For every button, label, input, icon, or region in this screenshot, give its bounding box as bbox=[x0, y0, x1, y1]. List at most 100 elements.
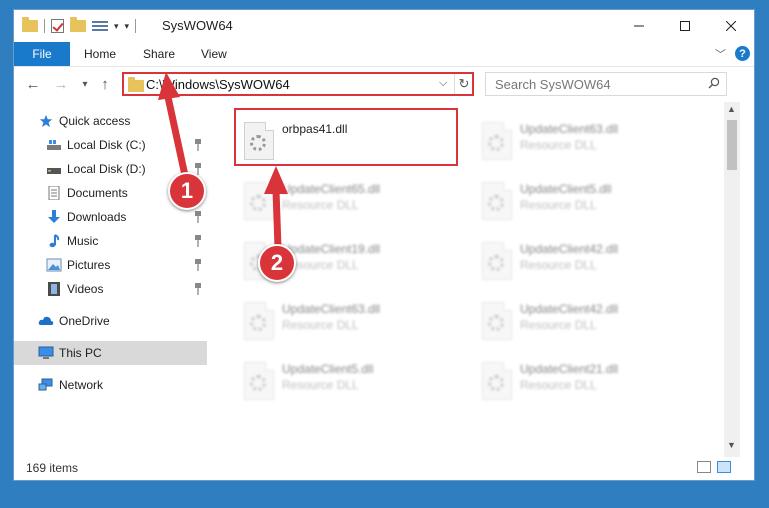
folder-icon[interactable] bbox=[22, 17, 38, 32]
file-type: Resource DLL bbox=[520, 138, 597, 152]
dll-file-icon bbox=[482, 122, 512, 160]
scroll-down-icon[interactable]: ▼ bbox=[727, 440, 736, 450]
download-icon bbox=[48, 210, 60, 223]
music-icon bbox=[49, 234, 60, 248]
forward-button[interactable]: → bbox=[52, 75, 70, 93]
file-type: Resource DLL bbox=[520, 318, 597, 332]
file-name: UpdateClient63.dll bbox=[282, 302, 381, 316]
file-type: Resource DLL bbox=[282, 198, 359, 212]
sidebar-item-label: Pictures bbox=[67, 258, 111, 272]
file-item[interactable]: UpdateClient42.dll Resource DLL bbox=[472, 294, 702, 346]
dll-file-icon bbox=[482, 242, 512, 280]
up-button[interactable]: ↑ bbox=[96, 75, 114, 93]
chevron-down-icon[interactable]: ﹀ bbox=[715, 46, 726, 62]
recent-locations-button[interactable]: ▾ bbox=[76, 75, 94, 93]
gear-icon bbox=[488, 315, 504, 331]
pin-icon[interactable] bbox=[194, 139, 202, 151]
pin-icon[interactable] bbox=[194, 235, 202, 247]
toolbar-divider bbox=[44, 19, 45, 33]
close-button[interactable] bbox=[708, 10, 754, 42]
back-button[interactable]: ← bbox=[24, 75, 42, 93]
drive-icon bbox=[47, 140, 61, 150]
sidebar-item-label: Videos bbox=[67, 282, 104, 296]
qat-dropdown-icon[interactable]: ▾ bbox=[125, 21, 130, 32]
customize-icon[interactable] bbox=[92, 20, 108, 33]
dll-file-icon bbox=[244, 182, 274, 220]
gear-icon bbox=[488, 255, 504, 271]
address-row: ← → ▾ ↑ C:\Windows\SysWOW64 ⌵ ↻ Search S… bbox=[14, 67, 754, 101]
search-placeholder: Search SysWOW64 bbox=[495, 77, 611, 92]
sidebar-item-label: Quick access bbox=[59, 114, 131, 128]
tab-view[interactable]: View bbox=[201, 42, 227, 66]
file-item[interactable]: UpdateClient5.dll Resource DLL bbox=[472, 174, 702, 226]
sidebar-item-onedrive[interactable]: OneDrive bbox=[14, 309, 209, 333]
scrollbar-thumb[interactable] bbox=[727, 120, 737, 170]
folder-icon bbox=[128, 77, 144, 92]
help-icon[interactable]: ? bbox=[735, 46, 750, 61]
pin-icon[interactable] bbox=[194, 259, 202, 271]
file-type: Resource DLL bbox=[282, 378, 359, 392]
large-icons-view-icon[interactable] bbox=[717, 461, 731, 473]
sidebar-item-label: Local Disk (D:) bbox=[67, 162, 146, 176]
callout-badge-1: 1 bbox=[168, 172, 206, 210]
sidebar-item-music[interactable]: Music bbox=[14, 229, 209, 253]
tab-home[interactable]: Home bbox=[84, 42, 116, 66]
address-bar[interactable]: C:\Windows\SysWOW64 ⌵ ↻ bbox=[122, 72, 474, 96]
file-name: UpdateClient5.dll bbox=[282, 362, 374, 376]
file-item[interactable]: UpdateClient21.dll Resource DLL bbox=[472, 354, 702, 406]
cloud-icon bbox=[38, 316, 54, 325]
file-name: UpdateClient21.dll bbox=[520, 362, 619, 376]
minimize-button[interactable] bbox=[616, 10, 662, 42]
minimize-icon bbox=[634, 25, 644, 27]
gear-icon bbox=[488, 135, 504, 151]
refresh-icon[interactable]: ↻ bbox=[454, 74, 473, 94]
file-type: Resource DLL bbox=[520, 258, 597, 272]
chevron-down-icon[interactable]: ⌵ bbox=[439, 77, 447, 90]
sidebar-item-pictures[interactable]: Pictures bbox=[14, 253, 209, 277]
tab-share[interactable]: Share bbox=[143, 42, 175, 66]
file-name: UpdateClient5.dll bbox=[520, 182, 612, 196]
vertical-scrollbar[interactable]: ▲ ▼ bbox=[724, 102, 740, 457]
toolbar-divider bbox=[135, 19, 137, 33]
properties-check-icon[interactable] bbox=[51, 19, 64, 33]
item-count: 169 items bbox=[26, 461, 79, 475]
pin-icon[interactable] bbox=[194, 283, 202, 295]
file-item[interactable]: UpdateClient63.dll Resource DLL bbox=[472, 114, 702, 166]
sidebar-item-network[interactable]: Network bbox=[14, 373, 209, 397]
maximize-button[interactable] bbox=[662, 10, 708, 42]
new-folder-icon[interactable] bbox=[70, 17, 86, 32]
network-icon bbox=[38, 378, 53, 391]
gear-icon bbox=[250, 375, 266, 391]
file-item[interactable]: UpdateClient63.dll Resource DLL bbox=[234, 294, 464, 346]
search-input[interactable]: Search SysWOW64 bbox=[485, 72, 727, 96]
maximize-icon bbox=[680, 21, 690, 31]
sidebar-item-videos[interactable]: Videos bbox=[14, 277, 209, 301]
file-item[interactable]: UpdateClient65.dll Resource DLL bbox=[234, 174, 464, 226]
scroll-up-icon[interactable]: ▲ bbox=[727, 104, 736, 114]
callout-badge-2: 2 bbox=[258, 244, 296, 282]
file-item[interactable]: UpdateClient5.dll Resource DLL bbox=[234, 354, 464, 406]
status-bar: 169 items bbox=[14, 457, 754, 480]
videos-icon bbox=[48, 282, 60, 296]
sidebar-item-this-pc[interactable]: This PC bbox=[14, 341, 207, 365]
chevron-down-icon[interactable]: ▾ bbox=[114, 21, 119, 32]
computer-icon bbox=[38, 346, 54, 359]
tab-file[interactable]: File bbox=[14, 42, 70, 66]
file-name: UpdateClient19.dll bbox=[282, 242, 381, 256]
sidebar-item-label: Local Disk (C:) bbox=[67, 138, 146, 152]
sidebar-item-local-disk-c[interactable]: Local Disk (C:) bbox=[14, 133, 209, 157]
dll-file-icon bbox=[482, 182, 512, 220]
close-icon bbox=[726, 21, 736, 31]
pictures-icon bbox=[46, 258, 62, 272]
dll-file-icon bbox=[482, 302, 512, 340]
details-view-icon[interactable] bbox=[697, 461, 711, 473]
file-type: Resource DLL bbox=[520, 198, 597, 212]
address-path[interactable]: C:\Windows\SysWOW64 bbox=[146, 77, 290, 92]
sidebar-item-quick-access[interactable]: Quick access bbox=[14, 109, 209, 133]
sidebar-item-label: Downloads bbox=[67, 210, 127, 224]
search-icon[interactable] bbox=[708, 77, 720, 89]
pin-icon[interactable] bbox=[194, 211, 202, 223]
sidebar-item-label: This PC bbox=[59, 346, 102, 360]
sidebar-item-label: Music bbox=[67, 234, 99, 248]
file-item[interactable]: UpdateClient42.dll Resource DLL bbox=[472, 234, 702, 286]
